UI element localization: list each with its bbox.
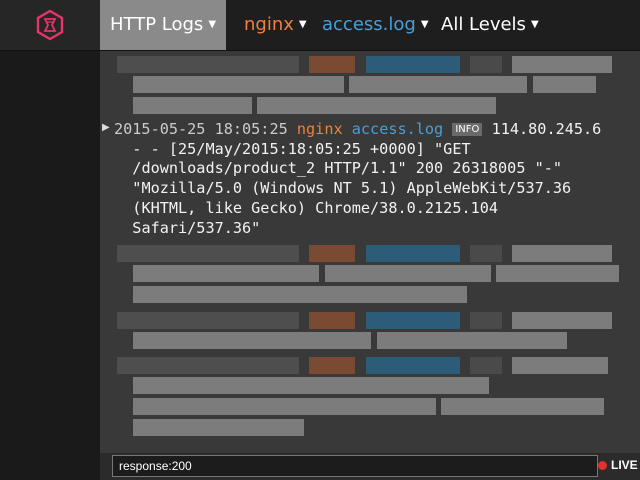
host-filter-dropdown[interactable]: nginx ▼ — [244, 0, 307, 50]
placeholder-text — [512, 312, 612, 329]
placeholder-host — [309, 312, 355, 329]
log-level-badge: INFO — [452, 123, 483, 136]
placeholder-timestamp — [117, 312, 299, 329]
placeholder-text — [133, 419, 304, 436]
placeholder-text — [441, 398, 604, 415]
log-message-line: - - [25/May/2015:18:05:25 +0000] "GET — [132, 139, 471, 158]
placeholder-file — [366, 357, 460, 374]
level-filter-label: All Levels — [441, 14, 526, 35]
log-message-line: (KHTML, like Gecko) Chrome/38.0.2125.104 — [132, 198, 499, 217]
triangle-right-icon[interactable]: ▶ — [102, 122, 110, 133]
placeholder-text — [133, 377, 489, 394]
placeholder-text — [257, 97, 496, 114]
host-filter-label: nginx — [244, 14, 294, 35]
sidebar — [0, 51, 100, 480]
top-navigation-bar: HTTP Logs ▼ nginx ▼ access.log ▼ All Levels… — [0, 0, 640, 51]
log-message-line: Safari/537.36" — [132, 218, 261, 237]
placeholder-text — [512, 357, 608, 374]
live-label: LIVE — [611, 458, 638, 472]
placeholder-text — [325, 265, 491, 282]
file-filter-label: access.log — [322, 14, 416, 35]
placeholder-text — [133, 286, 467, 303]
search-input[interactable]: response:200 — [112, 455, 598, 477]
app-logo[interactable] — [0, 0, 100, 50]
tab-http-logs-label: HTTP Logs — [109, 14, 204, 35]
placeholder-host — [309, 56, 355, 73]
red-dot-icon — [598, 461, 607, 470]
placeholder-text — [512, 245, 612, 262]
log-message-line: "Mozilla/5.0 (Windows NT 5.1) AppleWebKi… — [132, 179, 572, 198]
placeholder-text — [533, 76, 596, 93]
placeholder-text — [133, 265, 319, 282]
log-file: access.log — [351, 120, 444, 138]
placeholder-text — [133, 332, 371, 349]
placeholder-text — [349, 76, 527, 93]
placeholder-text — [133, 97, 252, 114]
chevron-down-icon: ▼ — [420, 19, 429, 30]
log-host: nginx — [296, 120, 343, 138]
placeholder-text — [377, 332, 567, 349]
placeholder-level — [470, 245, 502, 262]
placeholder-text — [133, 76, 344, 93]
log-entry-text: 2015-05-25 18:05:25 nginx access.log INF… — [114, 120, 634, 238]
search-input-value: response:200 — [119, 459, 192, 473]
chevron-down-icon: ▼ — [208, 19, 217, 30]
placeholder-file — [366, 312, 460, 329]
placeholder-host — [309, 245, 355, 262]
placeholder-text — [512, 56, 612, 73]
chevron-down-icon: ▼ — [530, 19, 539, 30]
log-message-line: /downloads/product_2 HTTP/1.1" 200 26318… — [132, 159, 563, 178]
footer-bar: response:200 LIVE — [100, 453, 640, 480]
log-timestamp: 2015-05-25 18:05:25 — [114, 120, 288, 138]
placeholder-level — [470, 312, 502, 329]
placeholder-file — [366, 245, 460, 262]
placeholder-level — [470, 357, 502, 374]
chevron-down-icon: ▼ — [298, 19, 307, 30]
file-filter-dropdown[interactable]: access.log ▼ — [322, 0, 429, 50]
placeholder-text — [133, 398, 436, 415]
placeholder-host — [309, 357, 355, 374]
placeholder-level — [470, 56, 502, 73]
live-toggle[interactable]: LIVE — [598, 453, 638, 478]
tab-http-logs[interactable]: HTTP Logs ▼ — [100, 0, 226, 50]
placeholder-text — [496, 265, 619, 282]
placeholder-file — [366, 56, 460, 73]
placeholder-timestamp — [117, 56, 299, 73]
placeholder-timestamp — [117, 357, 299, 374]
placeholder-timestamp — [117, 245, 299, 262]
log-message-first: 114.80.245.6 — [491, 120, 602, 138]
level-filter-dropdown[interactable]: All Levels ▼ — [441, 0, 539, 50]
hexagon-logo-icon — [36, 9, 64, 41]
log-stream: ▶ 2015-05-25 18:05:25 nginx access.log I… — [100, 51, 640, 453]
